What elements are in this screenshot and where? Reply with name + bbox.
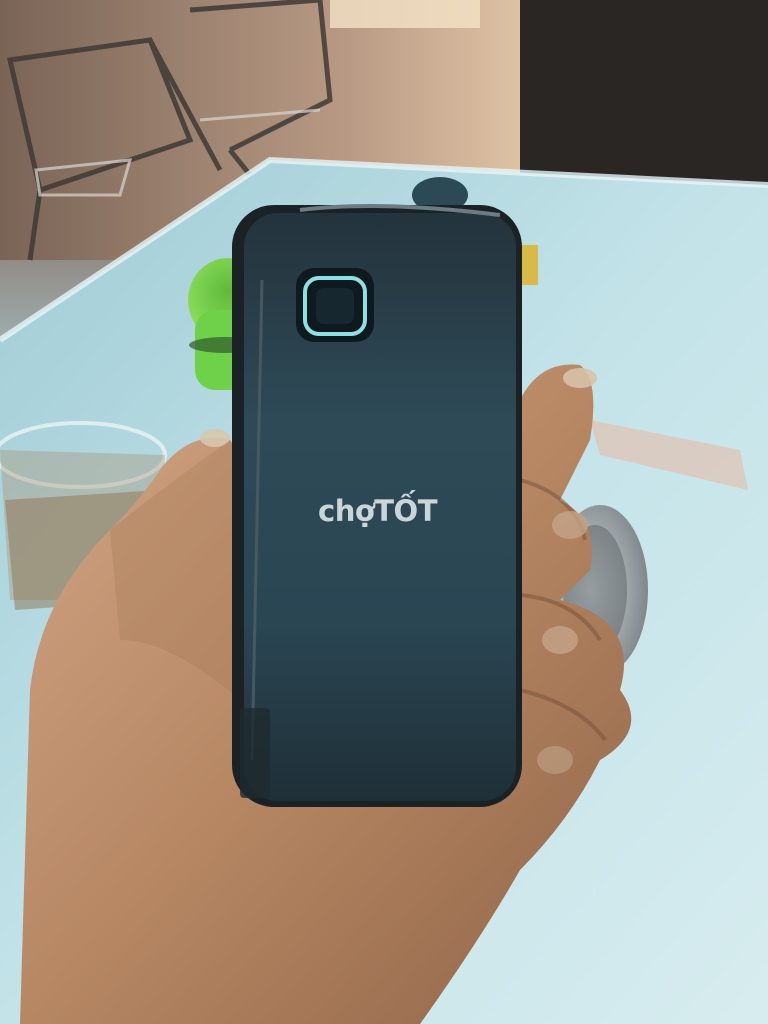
- chotot-watermark: chợTỐT: [318, 494, 458, 534]
- photo: chợTỐT: [0, 0, 768, 1024]
- watermark-part-cho: chợ: [318, 494, 375, 528]
- watermark-part-tot: TỐT: [374, 494, 437, 528]
